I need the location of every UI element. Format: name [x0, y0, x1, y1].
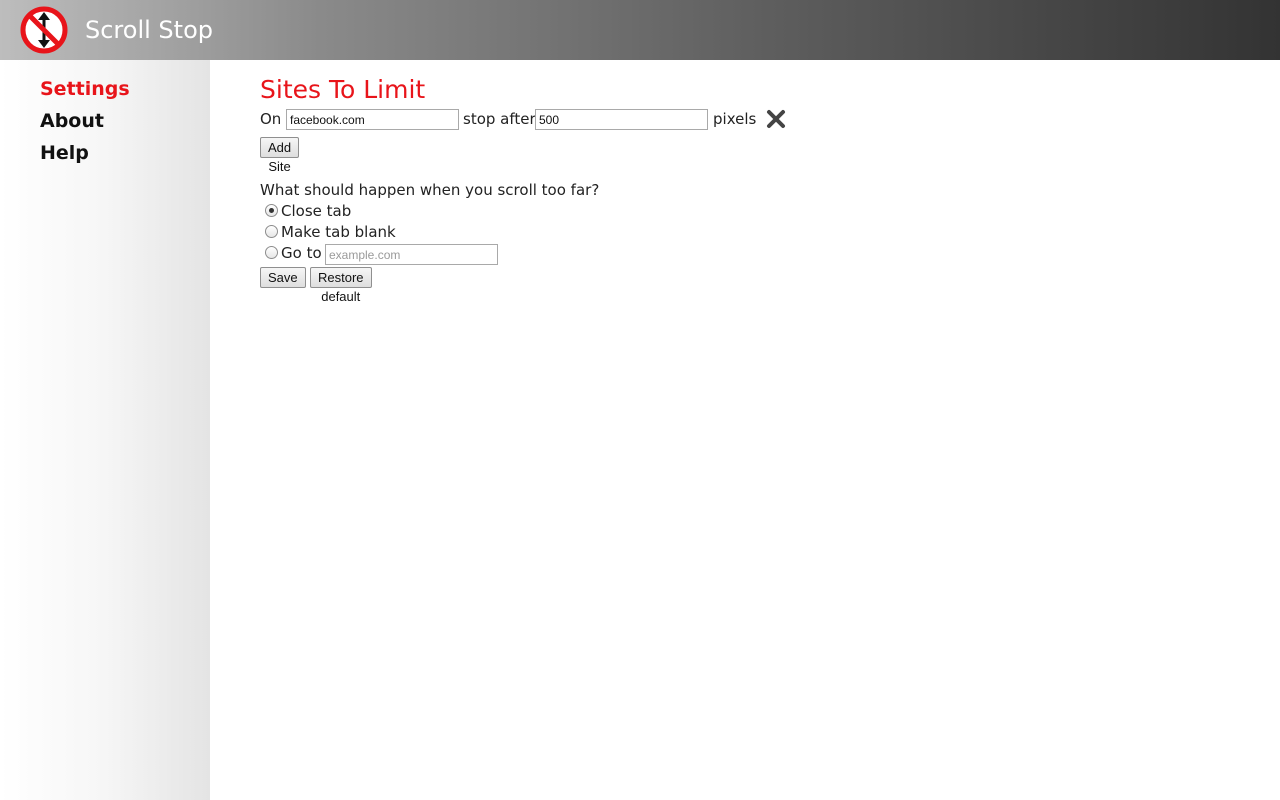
close-tab-label[interactable]: Close tab	[281, 202, 351, 220]
pixels-label: pixels	[713, 110, 757, 128]
sidebar-item-help[interactable]: Help	[40, 142, 89, 164]
close-tab-radio[interactable]	[265, 204, 278, 217]
add-site-button[interactable]: Add Site	[260, 137, 300, 174]
sidebar-item-about[interactable]: About	[40, 110, 104, 132]
stop-after-label: stop after	[463, 110, 536, 128]
goto-url-input[interactable]	[325, 244, 498, 265]
app-header: Scroll Stop	[0, 0, 1280, 60]
goto-radio[interactable]	[265, 246, 278, 259]
app-title: Scroll Stop	[85, 16, 213, 44]
restore-default-button[interactable]: Restore default	[310, 267, 372, 304]
goto-label[interactable]: Go to	[281, 244, 322, 262]
close-x-icon[interactable]	[765, 108, 787, 130]
no-scroll-icon	[20, 6, 68, 54]
sidebar: Settings About Help	[0, 60, 210, 800]
sidebar-item-settings[interactable]: Settings	[40, 78, 130, 100]
site-input[interactable]	[286, 109, 459, 130]
pixels-input[interactable]	[535, 109, 708, 130]
blank-tab-radio[interactable]	[265, 225, 278, 238]
on-label: On	[260, 110, 282, 128]
blank-tab-label[interactable]: Make tab blank	[281, 223, 396, 241]
page-title: Sites To Limit	[260, 75, 426, 104]
scroll-question: What should happen when you scroll too f…	[260, 181, 600, 199]
save-button[interactable]: Save	[260, 267, 306, 288]
